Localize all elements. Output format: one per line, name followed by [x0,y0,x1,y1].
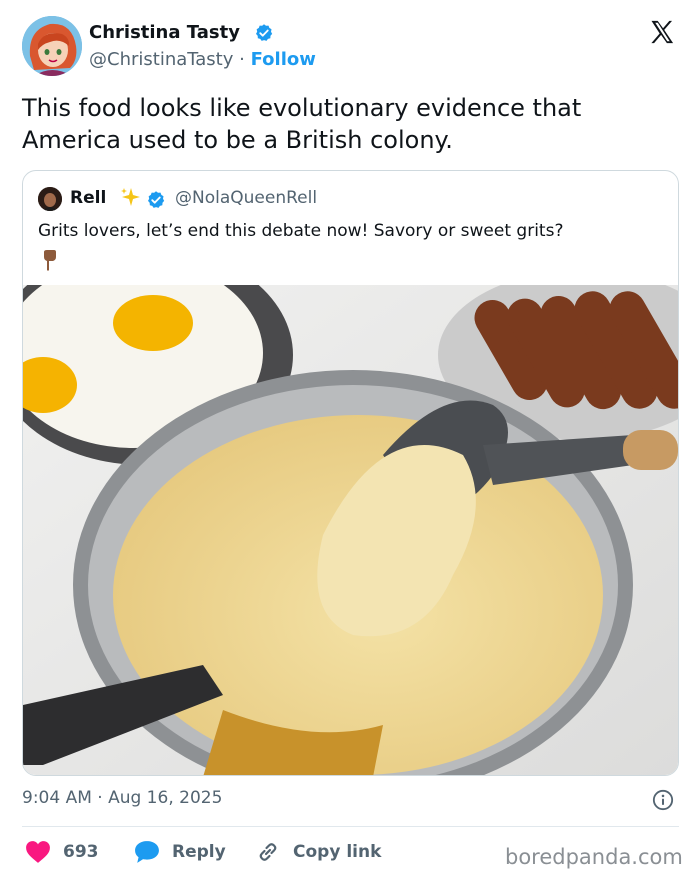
author-handle-line: @ChristinaTasty · Follow [89,49,316,70]
like-button[interactable]: 693 [25,838,99,866]
quoted-author-handle[interactable]: @NolaQueenRell [175,188,317,208]
separator-dot: · [239,49,245,70]
verified-badge-icon [256,24,273,41]
copy-link-button[interactable]: Copy link [255,838,381,866]
author-name[interactable]: Christina Tasty [89,22,240,43]
quoted-tweet[interactable]: Rell @NolaQueenRell Grits lovers, let’s … [22,170,679,776]
sparkles-icon [121,188,140,206]
reply-label: Reply [172,842,226,862]
copy-link-label: Copy link [293,842,382,862]
quoted-verified-badge-icon [148,191,165,208]
heart-icon [26,841,50,863]
like-count: 693 [63,842,99,862]
watermark-text: boredpanda.com [505,845,683,869]
author-handle[interactable]: @ChristinaTasty [89,49,233,70]
x-logo-icon[interactable] [648,18,676,46]
tweet-timestamp[interactable]: 9:04 AM · Aug 16, 2025 [22,788,222,808]
tweet-text: This food looks like evolutionary eviden… [22,94,582,154]
info-icon[interactable] [652,789,674,811]
grits-photo[interactable] [23,285,679,776]
divider [22,826,679,827]
link-icon [259,843,277,861]
quoted-tweet-text: Grits lovers, let’s end this debate now!… [38,221,564,241]
pointing-down-hand-icon [44,250,56,271]
tweet-header: Christina Tasty @ChristinaTasty · Follow [22,16,682,78]
follow-button[interactable]: Follow [251,49,316,70]
author-avatar[interactable] [22,16,82,76]
quoted-author-avatar[interactable] [38,187,62,211]
reply-bubble-icon [135,841,159,863]
quoted-author-name[interactable]: Rell [70,188,106,208]
reply-button[interactable]: Reply [134,838,226,866]
